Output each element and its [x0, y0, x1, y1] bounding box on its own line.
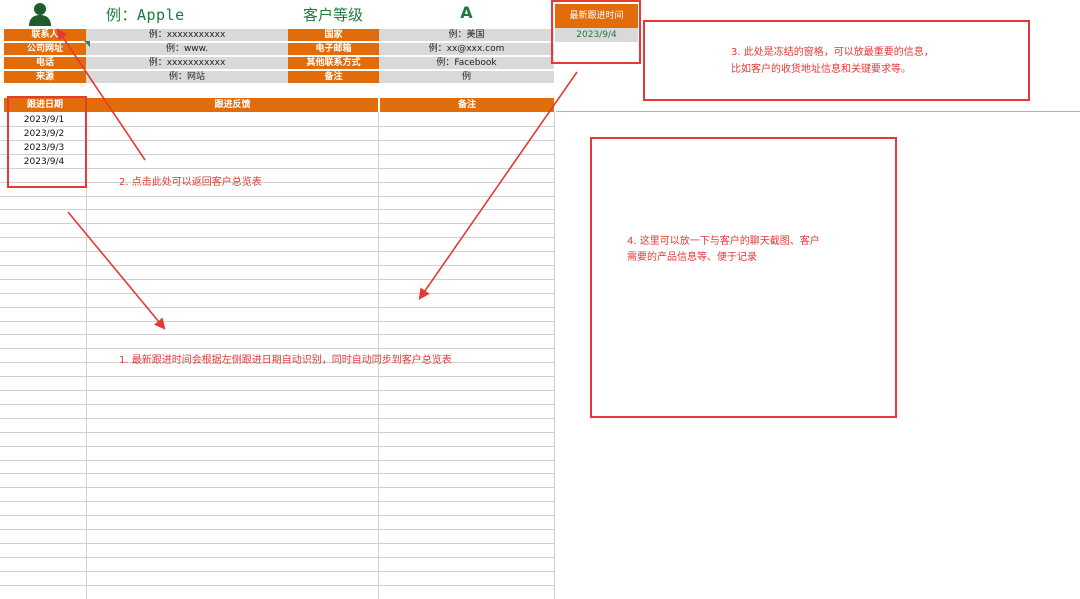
arrow-to-avatar — [56, 28, 146, 161]
arrow-to-grid — [67, 211, 166, 330]
arrow-to-remark-column — [418, 71, 578, 300]
annotation-arrows — [56, 28, 578, 330]
